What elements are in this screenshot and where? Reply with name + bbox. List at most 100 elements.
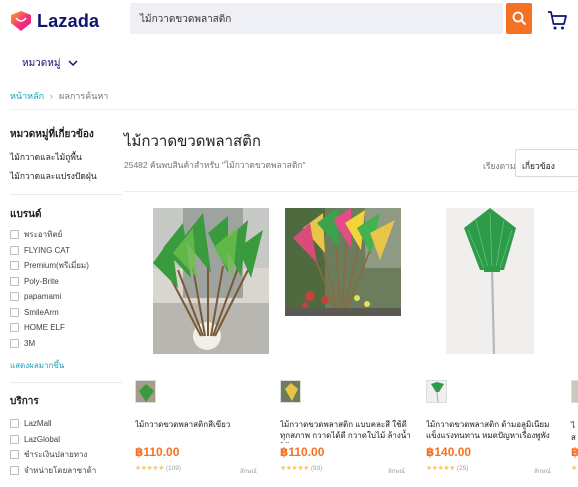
product-image[interactable] [153,208,269,354]
product-card-partial[interactable]: ไ ส ฿ ★ [569,380,578,487]
product-price: ฿110.00 [135,445,180,459]
cart-icon[interactable] [546,9,568,31]
rating-stars: ★ [571,465,578,472]
product-image[interactable] [446,208,534,354]
checkbox[interactable] [10,261,19,271]
checkbox[interactable] [10,323,19,333]
product-location: ลักษณ์ [534,469,551,475]
review-count: (25) [456,464,469,472]
sort-label: เรียงตาม: [483,161,518,171]
service-filter-label: ชำระเงินปลายทาง [24,450,88,460]
brand-filter-item[interactable]: HOME ELF [10,321,122,335]
chevron-down-icon [68,60,79,67]
brand-filter-item[interactable]: Poly-Brite [10,275,122,289]
filter-sidebar: หมวดหมู่ที่เกี่ยวข้อง ไม้กวาดและไม้ถูพื้… [10,120,122,477]
brands-title: แบรนด์ [10,209,42,220]
brand-filter-item[interactable]: FLYING CAT [10,244,122,258]
search-input[interactable]: ไม้กวาดขวดพลาสติก [130,3,503,34]
service-filter-label: จำหน่ายโดยลาซาด้า [24,465,97,475]
checkbox[interactable] [10,230,19,240]
service-filter-item[interactable]: จำหน่ายโดยลาซาด้า [10,464,122,478]
show-more-brands-link[interactable]: แสดงผลมากขึ้น [10,359,122,372]
header-divider [10,109,578,110]
checkbox[interactable] [10,465,19,475]
brand-filter-label: Poly-Brite [24,276,59,286]
product-thumbnail[interactable] [135,380,156,403]
brand-filter-label: papamami [24,292,62,302]
brand-filter-label: FLYING CAT [24,245,70,255]
product-rating: ★★★★★ (93) [280,464,323,473]
product-image[interactable] [285,208,401,354]
lazada-logo[interactable]: Lazada [10,9,99,33]
category-menu[interactable]: หมวดหมู่ [22,56,79,71]
breadcrumb-current: ผลการค้นหา [59,91,109,101]
search-icon [512,11,526,25]
service-filter-label: LazMall [24,419,52,429]
related-category-link[interactable]: ไม้กวาดและแปรงปัดฝุ่น [10,169,122,183]
logo-text: Lazada [37,10,100,31]
search-button[interactable] [506,3,532,34]
service-filter-item[interactable]: LazGlobal [10,433,122,447]
product-rating: ★★★★★ (109) [135,464,182,473]
product-price: ฿ [571,445,578,459]
related-category-link[interactable]: ไม้กวาดและไม้ถูพื้น [10,150,122,164]
product-price: ฿110.00 [280,445,325,459]
product-title[interactable]: ไม้กวาดขวดพลาสติก ด้ามอลูมิเนียม แข็งแรง… [426,419,562,443]
brand-filter-label: 3M [24,338,36,348]
search-input-value: ไม้กวาดขวดพลาสติก [140,14,232,25]
product-title-line2: ส [571,433,576,442]
product-card[interactable]: ไม้กวาดขวดพลาสติก ด้ามอลูมิเนียม แข็งแรง… [426,200,566,487]
checkbox[interactable] [10,307,19,317]
brand-filter-label: พระอาทิตย์ [24,230,63,240]
results-count: 25482 ค้นพบสินค้าสำหรับ "ไม้กวาดขวดพลาสต… [124,160,306,170]
brand-filter-item[interactable]: SmileArm [10,306,122,320]
results-divider [124,191,578,192]
chevron-right-icon: › [50,91,54,101]
product-rating: ★★★★★ (25) [426,464,469,473]
product-thumbnail[interactable] [280,380,301,403]
checkbox[interactable] [10,434,19,444]
sort-select[interactable]: เกี่ยวข้อง [515,149,578,177]
product-thumbnail[interactable] [571,380,578,403]
brand-filter-label: Premium(พรีเมี่ยม) [24,261,89,271]
related-categories-title: หมวดหมู่ที่เกี่ยวข้อง [10,129,94,140]
broom-photo [446,208,534,354]
breadcrumb-home[interactable]: หน้าหลัก [10,89,44,103]
broom-photo [285,208,401,354]
service-filter-label: LazGlobal [24,434,61,444]
top-header: Lazada ไม้กวาดขวดพลาสติก [0,0,578,44]
product-card[interactable]: ไม้กวาดขวดพลาสติก แบบคละสี ใช้ดีทุกสภาพ … [280,200,420,487]
product-location: ลักษณ์ [388,469,405,475]
sidebar-divider [10,382,122,383]
service-filter-item[interactable]: LazMall [10,417,122,431]
broom-photo [153,208,269,354]
brand-filter-label: SmileArm [24,307,59,317]
brand-filter-item[interactable]: พระอาทิตย์ [10,228,122,242]
checkbox[interactable] [10,276,19,286]
services-title: บริการ [10,396,39,407]
rating-stars: ★★★★★ [426,465,455,472]
checkbox[interactable] [10,292,19,302]
brand-filter-item[interactable]: Premium(พรีเมี่ยม) [10,259,122,273]
service-filter-item[interactable]: ชำระเงินปลายทาง [10,448,122,462]
rating-stars: ★★★★★ [280,465,309,472]
sidebar-divider [10,194,122,195]
checkbox[interactable] [10,338,19,348]
review-count: (93) [310,464,323,472]
brand-filter-item[interactable]: 3M [10,337,122,351]
category-menu-label: หมวดหมู่ [22,58,61,69]
rating-stars: ★★★★★ [135,465,164,472]
checkbox[interactable] [10,245,19,255]
review-count: (109) [165,464,182,472]
product-location: ลักษณ์ [240,469,257,475]
product-title[interactable]: ไม้กวาดขวดพลาสติกสีเขียว [135,419,271,430]
product-thumbnail[interactable] [426,380,447,403]
page-title: ไม้กวาดขวดพลาสติก [124,133,261,150]
product-title[interactable]: ไม้กวาดขวดพลาสติก แบบคละสี ใช้ดีทุกสภาพ … [280,419,416,443]
product-price: ฿140.00 [426,445,472,459]
product-card[interactable]: ไม้กวาดขวดพลาสติกสีเขียว ฿110.00 ★★★★★ (… [133,200,273,487]
checkbox[interactable] [10,450,19,460]
breadcrumb: หน้าหลัก › ผลการค้นหา [10,89,108,103]
brand-filter-item[interactable]: papamami [10,290,122,304]
checkbox[interactable] [10,419,19,429]
